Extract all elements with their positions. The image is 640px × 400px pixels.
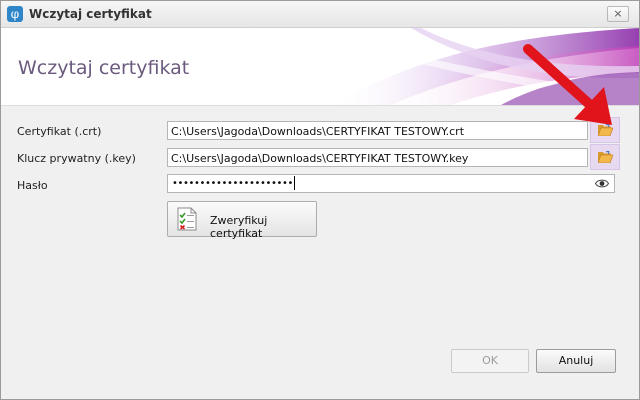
private-key-label: Klucz prywatny (.key): [17, 152, 136, 165]
red-annotation-arrow: [523, 44, 612, 125]
title-bar: φ Wczytaj certyfikat ×: [1, 1, 639, 28]
window-title: Wczytaj certyfikat: [29, 7, 152, 21]
password-masked-value: ••••••••••••••••••••••: [172, 176, 295, 192]
verify-certificate-label: Zweryfikuj certyfikat: [210, 214, 268, 240]
load-certificate-dialog: φ Wczytaj certyfikat × Wczytaj certyfika…: [0, 0, 640, 400]
cancel-button[interactable]: Anuluj: [536, 349, 616, 373]
text-caret: [293, 176, 295, 190]
checklist-document-icon: [177, 207, 197, 231]
eye-icon[interactable]: [595, 178, 609, 189]
verify-certificate-button[interactable]: Zweryfikuj certyfikat: [167, 201, 317, 240]
password-dots: ••••••••••••••••••••••: [172, 178, 293, 189]
password-field[interactable]: ••••••••••••••••••••••: [167, 174, 615, 193]
password-label: Hasło: [17, 179, 48, 192]
phi-logo-icon: φ: [7, 6, 23, 22]
page-title: Wczytaj certyfikat: [18, 57, 190, 79]
browse-private-key-button[interactable]: [590, 144, 620, 170]
certificate-label: Certyfikat (.crt): [17, 125, 102, 138]
ok-button[interactable]: OK: [451, 349, 529, 373]
private-key-path-field[interactable]: C:\Users\Jagoda\Downloads\CERTYFIKAT TES…: [167, 148, 588, 167]
open-folder-icon: [598, 151, 613, 163]
form-area: Certyfikat (.crt) C:\Users\Jagoda\Downlo…: [1, 106, 639, 399]
close-button[interactable]: ×: [607, 6, 629, 22]
